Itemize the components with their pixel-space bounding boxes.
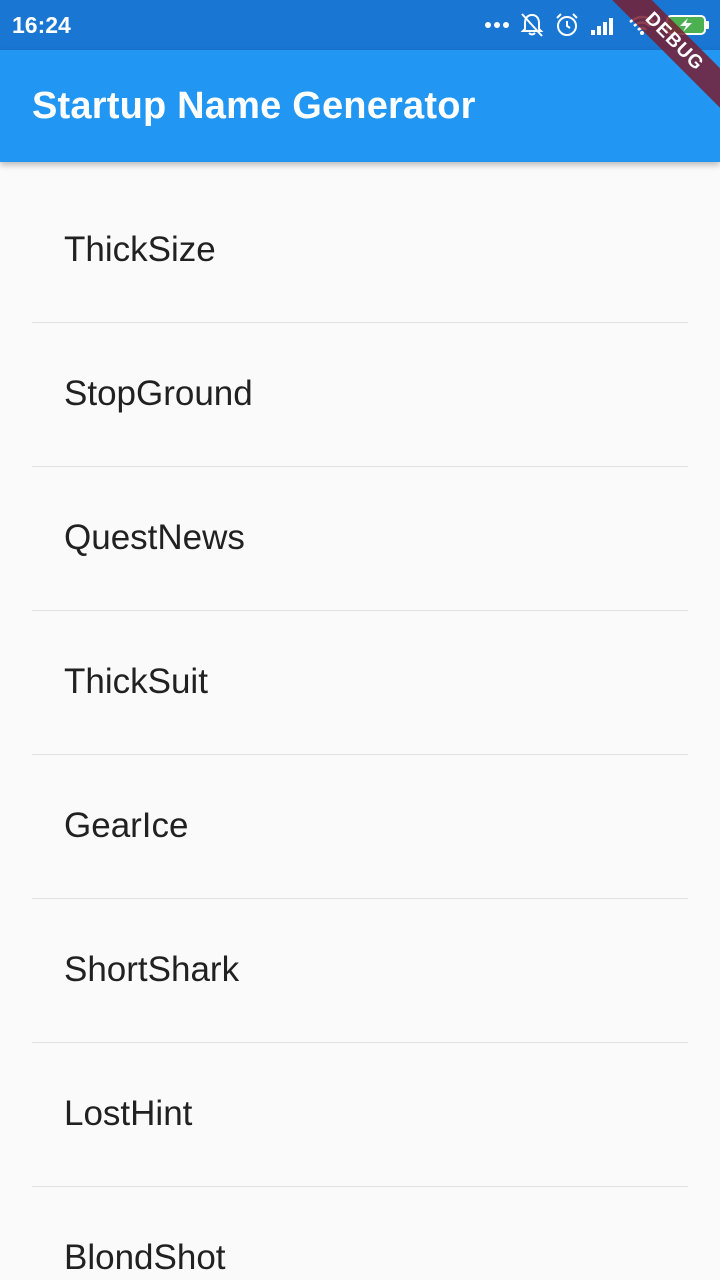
signal-icon	[590, 14, 618, 36]
list-item[interactable]: StopGround	[32, 323, 688, 467]
notifications-off-icon	[520, 12, 544, 38]
list-item[interactable]: ThickSize	[32, 162, 688, 323]
list-item[interactable]: QuestNews	[32, 467, 688, 611]
more-dots-icon	[484, 21, 510, 29]
startup-name-list[interactable]: ThickSize StopGround QuestNews ThickSuit…	[0, 162, 720, 1280]
status-time: 16:24	[12, 12, 71, 38]
list-item[interactable]: GearIce	[32, 755, 688, 899]
list-item[interactable]: BlondShot	[32, 1187, 688, 1280]
list-item[interactable]: LostHint	[32, 1043, 688, 1187]
list-item-label: StopGround	[64, 374, 253, 413]
wifi-icon	[628, 14, 656, 36]
list-item-label: ThickSuit	[64, 662, 208, 701]
list-item-label: LostHint	[64, 1094, 193, 1133]
page-title: Startup Name Generator	[32, 85, 476, 127]
app-bar: Startup Name Generator	[0, 50, 720, 162]
list-item-label: QuestNews	[64, 518, 245, 557]
alarm-icon	[554, 12, 580, 38]
list-item-label: ThickSize	[64, 230, 216, 269]
list-item-label: BlondShot	[64, 1238, 226, 1277]
battery-charging-icon	[666, 14, 710, 36]
list-item[interactable]: ShortShark	[32, 899, 688, 1043]
list-item-label: GearIce	[64, 806, 189, 845]
status-icons	[484, 10, 710, 40]
status-bar: 16:24	[0, 0, 720, 50]
list-item-label: ShortShark	[64, 950, 240, 989]
list-item[interactable]: ThickSuit	[32, 611, 688, 755]
